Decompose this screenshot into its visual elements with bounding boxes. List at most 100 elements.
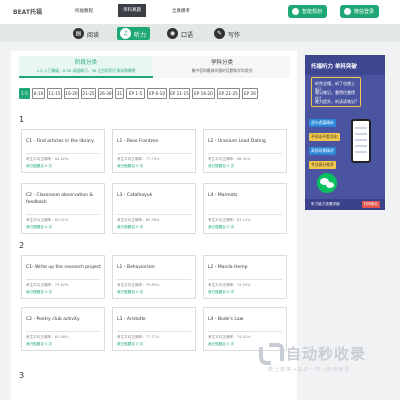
test-card-title[interactable]: L2 - Uranium Lead Dating (208, 138, 284, 145)
range-chip[interactable]: EP 16-20 (192, 88, 215, 99)
divider (117, 214, 191, 215)
test-card-title[interactable]: C1 - Find articles in the library (26, 138, 102, 145)
test-card-title[interactable]: L4 - Marmots (208, 192, 284, 199)
test-card[interactable]: L3 - Aristotle 考生平均正确率：77.77% 我已做题目 0 次 (112, 307, 196, 351)
test-card-title[interactable]: L4 - Bode's Law (208, 316, 284, 323)
test-card-score: 考生平均正确率：82.06% (26, 335, 69, 339)
ad-tag: 高频场景精讲 (309, 147, 336, 155)
test-card-title[interactable]: L1 - Rose Frantzen (117, 138, 193, 145)
range-chip[interactable]: 26-30 (98, 88, 113, 99)
wechat-login-button[interactable]: 微信登录 (340, 5, 380, 18)
ad-footer-text: 听力能力查看详细 (311, 202, 340, 206)
divider (26, 331, 100, 332)
watermark: 自动秒收录 做上链接→来访一次→自动收录 (258, 341, 400, 379)
test-card-attempts[interactable]: 我已做题目 0 次 (208, 342, 234, 347)
wechat-icon (317, 173, 337, 193)
test-card-title[interactable]: L1 - Behaviorism (117, 264, 193, 271)
group-number: 2 (19, 241, 25, 250)
range-chip[interactable]: 31 (115, 88, 124, 99)
range-chip[interactable]: EP 21-25 (217, 88, 240, 99)
top-nav: BEAT托福 托福教程 单科真题 全真模考 智能规划 微信登录 (0, 0, 400, 25)
test-card[interactable]: C2 - Poetry club activity 考生平均正确率：82.06% 我… (21, 307, 105, 351)
tab-reading[interactable]: ▤ 阅读 (70, 27, 103, 40)
wechat-login-label: 微信登录 (354, 9, 375, 15)
test-card-score: 考生平均正确率：74.55% (208, 283, 251, 287)
nav-link-tutorials[interactable]: 托福教程 (75, 8, 93, 22)
section-tabs: ▤ 阅读 ♫ 听力 ◉ 口语 ✎ 写作 (0, 25, 400, 42)
group-number: 3 (19, 371, 25, 380)
test-card-score: 考生平均正确率：85.01% (26, 218, 69, 222)
ad-tag: 不同水平差异化 (309, 133, 340, 141)
test-card-attempts[interactable]: 我已做题目 0 次 (117, 164, 143, 169)
divider (208, 214, 282, 215)
test-card-attempts[interactable]: 我已做题目 0 次 (117, 225, 143, 230)
test-card-title[interactable]: C2 - Poetry club activity (26, 316, 102, 323)
ad-footer: 听力能力查看详细 扫码报名 (305, 199, 385, 210)
test-card-attempts[interactable]: 我已做题目 0 次 (208, 164, 234, 169)
test-card[interactable]: C1 - Find articles in the library 考生平均正确率… (21, 129, 105, 173)
test-card[interactable]: L4 - Marmots 考生平均正确率：83.12% 我已做题目 0 次 (203, 183, 287, 234)
plan-icon (292, 8, 299, 15)
category-stage[interactable]: 阶段分类 1-5 入门基础，6-35 巩固练习，36 之后的用于测试和模考 (19, 56, 153, 78)
nav-link-subject-tests[interactable]: 单科真题 (118, 4, 146, 17)
tab-listening[interactable]: ♫ 听力 (117, 27, 151, 40)
test-card-attempts[interactable]: 我已做题目 0 次 (117, 342, 143, 347)
tab-writing-label: 写作 (228, 32, 241, 39)
test-card[interactable]: C2 - Classroom observation & feedback 考生平… (21, 183, 105, 234)
test-card-title[interactable]: C2 - Classroom observation & feedback (26, 192, 102, 206)
listening-course-ad[interactable]: 托福听力 单科突破 听完全懂，听了也想上吗? 笔记笔记，靠得住靠得住? 能力提升… (305, 55, 385, 210)
nav-link-mock-exams[interactable]: 全真模考 (172, 8, 190, 22)
divider (26, 214, 100, 215)
divider (117, 153, 191, 154)
test-card-title[interactable]: L3 - Catalhoyuk (117, 192, 193, 199)
tab-listening-label: 听力 (134, 32, 147, 39)
range-chip[interactable]: 6-10 (32, 88, 45, 99)
test-card-title[interactable]: C1- Write up the research project (26, 264, 102, 271)
test-card-attempts[interactable]: 我已做题目 0 次 (26, 225, 52, 230)
test-card-attempts[interactable]: 我已做题目 0 次 (208, 290, 234, 295)
range-chip[interactable]: 16-20 (64, 88, 79, 99)
test-card[interactable]: L1 - Rose Frantzen 考生平均正确率：77.75% 我已做题目 0 … (112, 129, 196, 173)
ad-tag: 专注高分效率 (309, 161, 336, 169)
brand-logo[interactable]: BEAT托福 (13, 7, 42, 16)
category-subject[interactable]: 学科分类 集中容和最易听懂的话题和学科类别 (154, 56, 290, 78)
ad-signup-button[interactable]: 扫码报名 (361, 201, 380, 208)
test-card[interactable]: L2 - Manila Hemp 考生平均正确率：74.55% 我已做题目 0 次 (203, 255, 287, 299)
range-chip[interactable]: EP 26 (242, 88, 258, 99)
test-card-attempts[interactable]: 我已做题目 0 次 (208, 225, 234, 230)
category-stage-subtitle: 1-5 入门基础，6-35 巩固练习，36 之后的用于测试和模考 (36, 68, 136, 73)
microphone-icon: ◉ (167, 28, 178, 39)
test-card[interactable]: C1- Write up the research project 考生平均正确率… (21, 255, 105, 299)
tab-speaking[interactable]: ◉ 口语 (164, 27, 197, 40)
range-chip[interactable]: 21-25 (81, 88, 96, 99)
test-card-score: 考生平均正确率：79.85% (117, 283, 160, 287)
test-card-score: 考生平均正确率：85.96% (117, 218, 160, 222)
test-card-score: 考生平均正确率：77.75% (117, 157, 160, 161)
divider (117, 279, 191, 280)
watermark-name: 自动秒收录 (286, 345, 367, 363)
test-card-score: 考生平均正确率：74.42% (208, 335, 251, 339)
test-card-attempts[interactable]: 我已做题目 0 次 (26, 164, 52, 169)
test-card[interactable]: L3 - Catalhoyuk 考生平均正确率：85.96% 我已做题目 0 次 (112, 183, 196, 234)
test-card-score: 考生平均正确率：83.12% (208, 218, 251, 222)
ad-header: 托福听力 单科突破 (305, 55, 385, 75)
range-chip[interactable]: EP 11-15 (169, 88, 190, 99)
test-card[interactable]: L2 - Uranium Lead Dating 考生平均正确率：68.35% 我已… (203, 129, 287, 173)
tab-writing[interactable]: ✎ 写作 (211, 27, 244, 40)
smart-plan-button[interactable]: 智能规划 (288, 5, 328, 18)
test-card-attempts[interactable]: 我已做题目 0 次 (26, 290, 52, 295)
range-chip[interactable]: EP 6-10 (147, 88, 167, 99)
ad-bullet: 能力提升，听读读笔记? (315, 99, 358, 104)
divider (208, 331, 282, 332)
main-panel: 阶段分类 1-5 入门基础，6-35 巩固练习，36 之后的用于测试和模考 学科… (11, 51, 297, 400)
ad-bullets: 听完全懂，听了也想上吗? 笔记笔记，靠得住靠得住? 能力提升，听读读笔记? (311, 77, 361, 107)
test-card-attempts[interactable]: 我已做题目 0 次 (117, 290, 143, 295)
test-card-title[interactable]: L3 - Aristotle (117, 316, 193, 323)
divider (26, 153, 100, 154)
range-chip[interactable]: EP 1-5 (126, 88, 145, 99)
range-chip[interactable]: 1-5 (19, 88, 30, 99)
test-card[interactable]: L1 - Behaviorism 考生平均正确率：79.85% 我已做题目 0 次 (112, 255, 196, 299)
test-card-title[interactable]: L2 - Manila Hemp (208, 264, 284, 271)
range-chip[interactable]: 11-15 (47, 88, 62, 99)
test-card-attempts[interactable]: 我已做题目 0 次 (26, 342, 52, 347)
